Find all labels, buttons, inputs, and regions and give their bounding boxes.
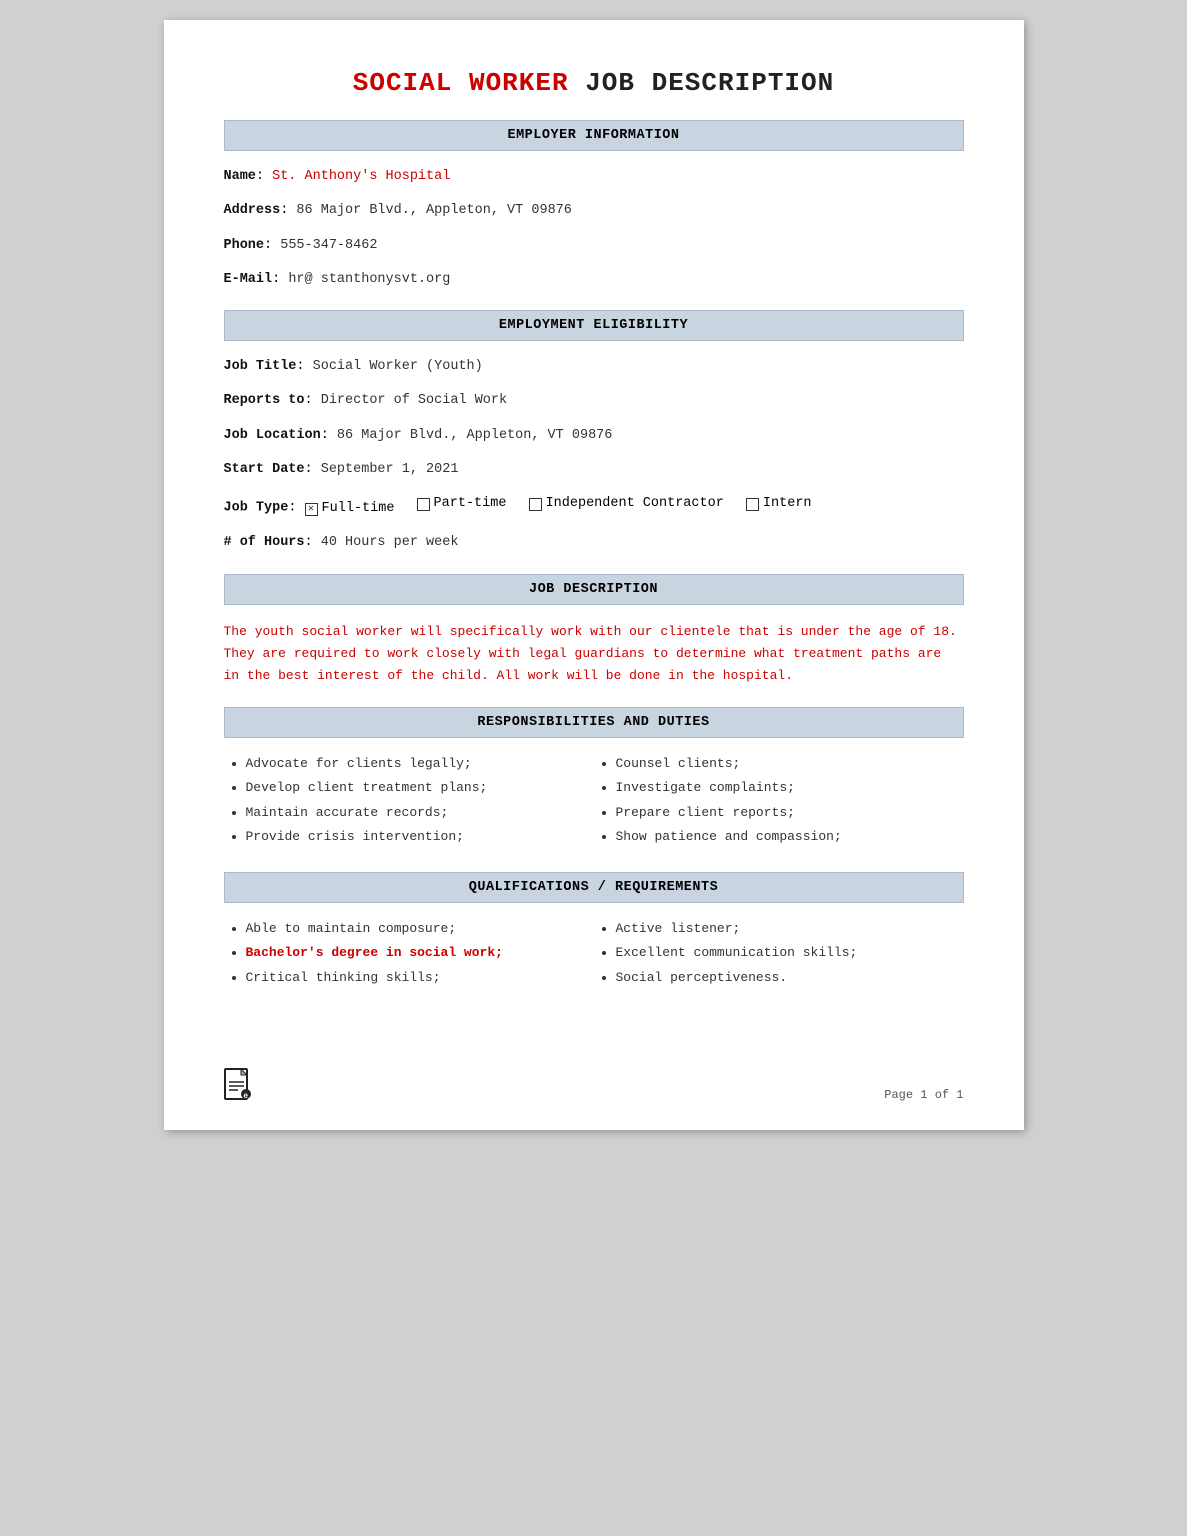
employer-name-value: St. Anthony's Hospital <box>272 169 450 184</box>
employer-phone-row: Phone: 555-347-8462 <box>224 236 964 256</box>
list-item: Prepare client reports; <box>616 803 964 823</box>
fulltime-label: Full-time <box>322 499 395 519</box>
job-type-row: Job Type: Full-time Part-time Independen… <box>224 494 964 519</box>
fulltime-checkbox-item: Full-time <box>305 499 395 519</box>
document-page: SOCIAL WORKER JOB DESCRIPTION EMPLOYER I… <box>164 20 1024 1130</box>
eligibility-section-header: EMPLOYMENT ELIGIBILITY <box>224 310 964 341</box>
responsibilities-list: Advocate for clients legally; Develop cl… <box>224 754 964 852</box>
list-item: Able to maintain composure; <box>246 919 594 939</box>
employer-name-row: Name: St. Anthony's Hospital <box>224 167 964 187</box>
employer-section: EMPLOYER INFORMATION Name: St. Anthony's… <box>224 120 964 290</box>
job-description-header: JOB DESCRIPTION <box>224 574 964 605</box>
list-item: Advocate for clients legally; <box>246 754 594 774</box>
employer-phone-value: 555-347-8462 <box>280 238 377 253</box>
hours-row: # of Hours: 40 Hours per week <box>224 533 964 553</box>
highlighted-qualification: Bachelor's degree in social work; <box>246 945 503 960</box>
employer-email-value: hr@ stanthonysvt.org <box>288 272 450 287</box>
reports-to-row: Reports to: Director of Social Work <box>224 391 964 411</box>
list-item: Active listener; <box>616 919 964 939</box>
start-date-row: Start Date: September 1, 2021 <box>224 460 964 480</box>
start-date-value: September 1, 2021 <box>321 462 459 477</box>
title-normal: JOB DESCRIPTION <box>569 68 835 98</box>
list-item: Social perceptiveness. <box>616 968 964 988</box>
qualifications-right-column: Active listener; Excellent communication… <box>594 919 964 993</box>
employer-phone-label: Phone <box>224 238 265 253</box>
reports-to-value: Director of Social Work <box>321 393 507 408</box>
qualifications-section: QUALIFICATIONS / REQUIREMENTS Able to ma… <box>224 872 964 993</box>
qualifications-left-column: Able to maintain composure; Bachelor's d… <box>224 919 594 993</box>
job-location-value: 86 Major Blvd., Appleton, VT 09876 <box>337 428 612 443</box>
reports-to-label: Reports to <box>224 393 305 408</box>
contractor-checkbox-item: Independent Contractor <box>529 494 724 514</box>
page-title: SOCIAL WORKER JOB DESCRIPTION <box>224 68 964 98</box>
contractor-checkbox <box>529 498 542 511</box>
document-icon: e <box>224 1068 252 1110</box>
page-footer: Page 1 of 1 <box>884 1088 963 1102</box>
job-description-section: JOB DESCRIPTION The youth social worker … <box>224 574 964 687</box>
eligibility-section: EMPLOYMENT ELIGIBILITY Job Title: Social… <box>224 310 964 554</box>
title-highlight: SOCIAL WORKER <box>353 68 569 98</box>
list-item: Critical thinking skills; <box>246 968 594 988</box>
employer-name-label: Name <box>224 169 256 184</box>
hours-value: 40 Hours per week <box>321 535 459 550</box>
qualifications-list: Able to maintain composure; Bachelor's d… <box>224 919 964 993</box>
job-title-value: Social Worker (Youth) <box>313 359 483 374</box>
responsibilities-left-column: Advocate for clients legally; Develop cl… <box>224 754 594 852</box>
list-item: Counsel clients; <box>616 754 964 774</box>
job-location-label: Job Location <box>224 428 321 443</box>
employer-section-header: EMPLOYER INFORMATION <box>224 120 964 151</box>
intern-checkbox <box>746 498 759 511</box>
employer-address-row: Address: 86 Major Blvd., Appleton, VT 09… <box>224 201 964 221</box>
job-title-row: Job Title: Social Worker (Youth) <box>224 357 964 377</box>
job-description-text: The youth social worker will specificall… <box>224 621 964 687</box>
employer-email-row: E-Mail: hr@ stanthonysvt.org <box>224 270 964 290</box>
list-item: Develop client treatment plans; <box>246 778 594 798</box>
svg-text:e: e <box>243 1091 248 1100</box>
employer-address-value: 86 Major Blvd., Appleton, VT 09876 <box>296 203 571 218</box>
contractor-label: Independent Contractor <box>546 494 724 514</box>
qualifications-header: QUALIFICATIONS / REQUIREMENTS <box>224 872 964 903</box>
start-date-label: Start Date <box>224 462 305 477</box>
parttime-checkbox-item: Part-time <box>417 494 507 514</box>
intern-label: Intern <box>763 494 812 514</box>
list-item: Bachelor's degree in social work; <box>246 943 594 963</box>
parttime-checkbox <box>417 498 430 511</box>
parttime-label: Part-time <box>434 494 507 514</box>
page-number: Page 1 of 1 <box>884 1088 963 1102</box>
job-type-label: Job Type <box>224 501 289 516</box>
intern-checkbox-item: Intern <box>746 494 812 514</box>
list-item: Provide crisis intervention; <box>246 827 594 847</box>
hours-label: # of Hours <box>224 535 305 550</box>
list-item: Maintain accurate records; <box>246 803 594 823</box>
list-item: Investigate complaints; <box>616 778 964 798</box>
employer-address-label: Address <box>224 203 281 218</box>
responsibilities-section: RESPONSIBILITIES AND DUTIES Advocate for… <box>224 707 964 852</box>
job-title-label: Job Title <box>224 359 297 374</box>
list-item: Show patience and compassion; <box>616 827 964 847</box>
list-item: Excellent communication skills; <box>616 943 964 963</box>
responsibilities-header: RESPONSIBILITIES AND DUTIES <box>224 707 964 738</box>
fulltime-checkbox <box>305 503 318 516</box>
responsibilities-right-column: Counsel clients; Investigate complaints;… <box>594 754 964 852</box>
job-location-row: Job Location: 86 Major Blvd., Appleton, … <box>224 426 964 446</box>
employer-email-label: E-Mail <box>224 272 273 287</box>
